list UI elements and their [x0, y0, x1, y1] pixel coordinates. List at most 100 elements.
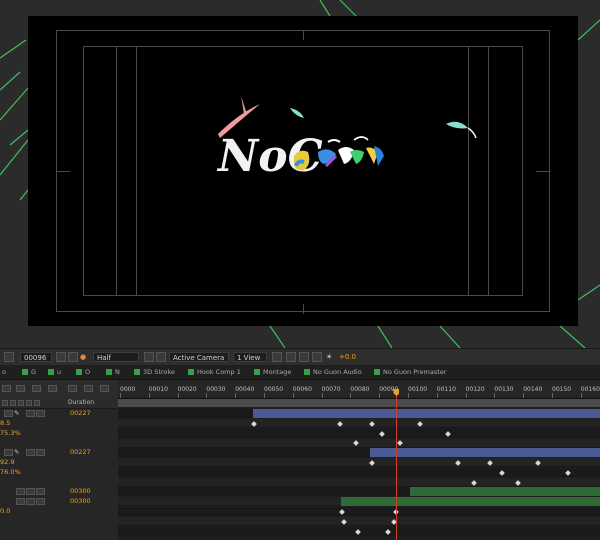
layer-row[interactable]: 00300	[0, 487, 118, 496]
track-row	[118, 409, 600, 418]
time-ruler[interactable]: 0000 00010 00020 00030 00040 00050 00060 00070 0…	[118, 380, 600, 399]
ruler-label: 00010	[148, 386, 168, 393]
roi-icon[interactable]	[144, 352, 154, 362]
track-row	[118, 439, 600, 448]
exposure-icon[interactable]: ☀	[326, 352, 338, 362]
camera-dropdown[interactable]: Active Camera	[169, 352, 229, 362]
tab-n[interactable]: N	[106, 367, 120, 377]
toggle-pixel-icon[interactable]	[272, 352, 282, 362]
fast-preview-icon[interactable]	[286, 352, 296, 362]
tab-premaster[interactable]: No Guon Premaster	[374, 367, 446, 377]
pen-icon: ✎	[14, 409, 20, 417]
current-timecode[interactable]: 00096	[20, 352, 52, 362]
motion-blur-icon[interactable]	[32, 385, 41, 392]
exposure-value[interactable]: +0.0	[339, 352, 363, 362]
tab-u[interactable]: u	[48, 367, 61, 377]
property-row[interactable]: 8.5	[0, 419, 118, 428]
tab-audio[interactable]: No Guon Audio	[304, 367, 362, 377]
layer-row[interactable]: 00300	[0, 497, 118, 506]
property-value[interactable]: 8.5	[0, 419, 10, 428]
tab-g[interactable]: G	[22, 367, 36, 377]
label-color-icon	[22, 369, 28, 375]
view-layout-dropdown[interactable]: 1 View	[233, 352, 267, 362]
property-value[interactable]: 92.9	[0, 458, 14, 467]
property-row[interactable]: 0.0	[0, 507, 118, 516]
composition-tabs: o G u O N 3D Stroke Hook Comp 1 Montage …	[0, 365, 600, 380]
ruler-tick	[292, 393, 294, 398]
property-row[interactable]: 75.3%	[0, 429, 118, 438]
property-value[interactable]: 76.0%	[0, 468, 21, 477]
show-snapshot-icon[interactable]	[68, 352, 78, 362]
playhead[interactable]	[396, 390, 398, 540]
timeline-panel[interactable]: 0000 00010 00020 00030 00040 00050 00060 00070 0…	[118, 380, 600, 540]
property-row[interactable]: 76.0%	[0, 468, 118, 477]
tab-o[interactable]: o	[2, 367, 6, 377]
ruler-tick	[235, 393, 237, 398]
layer-bar[interactable]	[410, 487, 600, 496]
ruler-tick	[177, 393, 179, 398]
layer-row[interactable]: ✎ 00227	[0, 448, 118, 457]
tab-3d-stroke[interactable]: 3D Stroke	[134, 367, 175, 377]
ruler-label: 00130	[494, 386, 514, 393]
switch-icon	[2, 400, 8, 406]
layer-duration[interactable]: 00300	[70, 487, 91, 496]
ruler-tick	[206, 393, 208, 398]
resolution-dropdown[interactable]: Half	[93, 352, 139, 362]
layer-bar[interactable]	[253, 409, 600, 418]
ruler-tick	[436, 393, 438, 398]
layer-switch-icon[interactable]	[4, 410, 13, 417]
layer-duration[interactable]: 00227	[70, 409, 91, 418]
property-value[interactable]: 0.0	[0, 507, 10, 516]
timeline-icon[interactable]	[299, 352, 309, 362]
layer-switch-icon[interactable]	[26, 449, 35, 456]
layer-bar[interactable]	[370, 448, 600, 457]
property-row[interactable]: 92.9	[0, 458, 118, 467]
duration-header: Duration	[68, 399, 95, 406]
track-row	[118, 487, 600, 496]
ruler-tick	[408, 393, 409, 398]
comp-flowchart-icon[interactable]	[100, 385, 109, 392]
layer-switch-icon[interactable]	[26, 488, 35, 495]
ruler-label: 00070	[321, 386, 341, 393]
graph-editor-icon[interactable]	[68, 385, 77, 392]
brainstorm-icon[interactable]	[48, 385, 57, 392]
layer-switch-icon[interactable]	[16, 498, 25, 505]
layer-switch-icon[interactable]	[26, 498, 35, 505]
label-color-icon	[254, 369, 260, 375]
frame-blend-icon[interactable]	[16, 385, 25, 392]
property-value[interactable]: 75.3%	[0, 429, 21, 438]
auto-keyframe-icon[interactable]	[84, 385, 93, 392]
layer-duration[interactable]: 00227	[70, 448, 91, 457]
flowchart-icon[interactable]	[312, 352, 322, 362]
tab-o2[interactable]: O	[76, 367, 90, 377]
channel-icon[interactable]: ●	[80, 352, 92, 362]
region-icon[interactable]	[4, 352, 14, 362]
layer-switch-icon[interactable]	[36, 410, 45, 417]
switch-icon	[26, 400, 32, 406]
transparency-grid-icon[interactable]	[156, 352, 166, 362]
ruler-label: 00110	[436, 386, 456, 393]
shy-icon[interactable]	[2, 385, 11, 392]
switch-icon	[34, 400, 40, 406]
layer-switch-icon[interactable]	[26, 410, 35, 417]
tab-hook-comp-1[interactable]: Hook Comp 1	[188, 367, 241, 377]
layer-duration[interactable]: 00300	[70, 497, 91, 506]
work-area-bar[interactable]	[118, 399, 600, 407]
label-color-icon	[374, 369, 380, 375]
layer-switch-icon[interactable]	[4, 449, 13, 456]
layer-panel-header	[0, 380, 118, 399]
layer-row[interactable]: ✎ 00227	[0, 409, 118, 418]
layer-bar[interactable]	[341, 497, 600, 506]
snapshot-icon[interactable]	[56, 352, 66, 362]
layer-switch-icon[interactable]	[36, 449, 45, 456]
logo-artwork: NoC	[216, 96, 477, 182]
label-color-icon	[188, 369, 194, 375]
switches-header: Duration	[0, 398, 118, 409]
composition-viewer[interactable]: NoC	[0, 0, 600, 348]
layer-switch-icon[interactable]	[16, 488, 25, 495]
ruler-tick	[552, 393, 553, 398]
layer-switch-icon[interactable]	[36, 498, 45, 505]
tab-montage[interactable]: Montage	[254, 367, 291, 377]
layer-switch-icon[interactable]	[36, 488, 45, 495]
ruler-label: 00030	[206, 386, 226, 393]
